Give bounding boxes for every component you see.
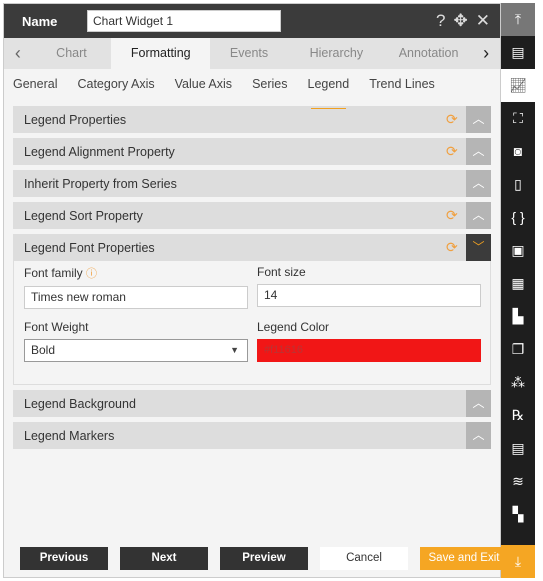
bar-chart-icon[interactable]: ▙	[501, 300, 535, 333]
previous-button[interactable]: Previous	[20, 547, 108, 570]
properties-panel: Name ? ✥ ✕ ‹ Chart Formatting Events Hie…	[3, 3, 508, 578]
section-title: Legend Properties	[24, 112, 127, 127]
subtab-series[interactable]: Series	[252, 77, 287, 103]
cubes-icon[interactable]: ⁂	[501, 366, 535, 399]
font-family-label: Font family	[24, 266, 83, 280]
subtab-value-axis[interactable]: Value Axis	[175, 77, 232, 103]
font-weight-select[interactable]: Bold ▼	[24, 339, 248, 362]
refresh-icon[interactable]: ⟳	[446, 207, 466, 224]
tab-formatting[interactable]: Formatting	[111, 38, 211, 69]
section-legend-properties[interactable]: Legend Properties ⟳ ︿	[13, 106, 491, 133]
grid-icon[interactable]: ▚	[501, 498, 535, 531]
section-inherit-property[interactable]: Inherit Property from Series ︿	[13, 170, 491, 197]
tab-hierarchy[interactable]: Hierarchy	[288, 38, 385, 69]
subtab-trend-lines[interactable]: Trend Lines	[369, 77, 435, 103]
tab-chart[interactable]: Chart	[32, 38, 111, 69]
image-icon[interactable]: ▣	[501, 234, 535, 267]
font-weight-label: Font Weight	[24, 320, 89, 334]
font-size-input[interactable]: 14	[257, 284, 481, 307]
subtab-legend[interactable]: Legend	[308, 77, 349, 109]
right-sidebar: ⤒ ▤ 📈︎ ⛶ ◙ ▯ { } ▣ ▦ ▙ ❐ ⁂ ℞ ▤ ≋ ▚ ⤓	[501, 3, 535, 578]
section-legend-markers[interactable]: Legend Markers ︿	[13, 422, 491, 449]
rx-icon[interactable]: ℞	[501, 399, 535, 432]
tab-events[interactable]: Events	[210, 38, 287, 69]
info-icon[interactable]: ⓘ	[86, 268, 97, 280]
header: Name ? ✥ ✕	[4, 4, 500, 38]
chevron-up-icon[interactable]: ︿	[466, 106, 491, 133]
copy-icon[interactable]: ❐	[501, 333, 535, 366]
refresh-icon[interactable]: ⟳	[446, 111, 466, 128]
name-input[interactable]	[87, 10, 281, 32]
help-icon[interactable]: ?	[436, 11, 445, 31]
legend-color-input[interactable]: #f11616	[257, 339, 481, 362]
section-title: Legend Background	[24, 396, 136, 411]
chart-icon[interactable]: 📈︎	[501, 69, 535, 102]
section-title: Legend Markers	[24, 428, 115, 443]
name-label: Name	[22, 13, 58, 29]
layers-icon[interactable]: ≋	[501, 465, 535, 498]
preview-button[interactable]: Preview	[220, 547, 308, 570]
chevron-up-icon[interactable]: ︿	[466, 202, 491, 229]
legend-font-body: Font family ⓘ Times new roman Font size …	[13, 261, 491, 385]
font-family-input[interactable]: Times new roman	[24, 286, 248, 309]
download-icon[interactable]: ⤓	[501, 545, 535, 578]
tab-prev-icon[interactable]: ‹	[4, 43, 32, 64]
form-icon[interactable]: ▤	[501, 432, 535, 465]
section-legend-alignment[interactable]: Legend Alignment Property ⟳ ︿	[13, 138, 491, 165]
table-icon[interactable]: ▦	[501, 267, 535, 300]
legend-color-label: Legend Color	[257, 320, 330, 334]
map-icon[interactable]: ⛶	[501, 102, 535, 135]
chevron-up-icon[interactable]: ︿	[466, 422, 491, 449]
chevron-up-icon[interactable]: ︿	[466, 138, 491, 165]
refresh-icon[interactable]: ⟳	[446, 143, 466, 160]
document-icon[interactable]: ▯	[501, 168, 535, 201]
move-icon[interactable]: ✥	[454, 11, 468, 31]
font-size-label: Font size	[257, 265, 306, 279]
section-legend-sort[interactable]: Legend Sort Property ⟳ ︿	[13, 202, 491, 229]
cancel-button[interactable]: Cancel	[320, 547, 408, 570]
section-title: Legend Sort Property	[24, 208, 143, 223]
footer: Previous Next Preview Cancel Save and Ex…	[20, 547, 508, 570]
chevron-up-icon[interactable]: ︿	[466, 170, 491, 197]
section-legend-background[interactable]: Legend Background ︿	[13, 390, 491, 417]
section-legend-font[interactable]: Legend Font Properties ⟳ ﹀	[13, 234, 491, 261]
subtab-general[interactable]: General	[13, 77, 57, 103]
code-icon[interactable]: { }	[501, 201, 535, 234]
scroll-top-icon[interactable]: ⤒	[501, 3, 535, 36]
tab-next-icon[interactable]: ›	[472, 43, 500, 64]
subtab-category-axis[interactable]: Category Axis	[77, 77, 154, 103]
font-weight-value: Bold	[31, 343, 56, 357]
chevron-up-icon[interactable]: ︿	[466, 390, 491, 417]
chevron-down-icon[interactable]: ﹀	[466, 234, 491, 261]
widget-icon[interactable]: ▤	[501, 36, 535, 69]
save-and-exit-button[interactable]: Save and Exit	[420, 547, 508, 570]
tab-bar: ‹ Chart Formatting Events Hierarchy Anno…	[4, 38, 500, 69]
section-title: Inherit Property from Series	[24, 176, 177, 191]
dropdown-arrow-icon: ▼	[230, 345, 239, 355]
tab-annotation[interactable]: Annotation	[385, 38, 472, 69]
report-icon[interactable]: ◙	[501, 135, 535, 168]
next-button[interactable]: Next	[120, 547, 208, 570]
section-title: Legend Font Properties	[24, 240, 155, 255]
close-icon[interactable]: ✕	[476, 11, 490, 31]
section-title: Legend Alignment Property	[24, 144, 175, 159]
subtab-bar: General Category Axis Value Axis Series …	[4, 69, 500, 109]
refresh-icon[interactable]: ⟳	[446, 239, 466, 256]
